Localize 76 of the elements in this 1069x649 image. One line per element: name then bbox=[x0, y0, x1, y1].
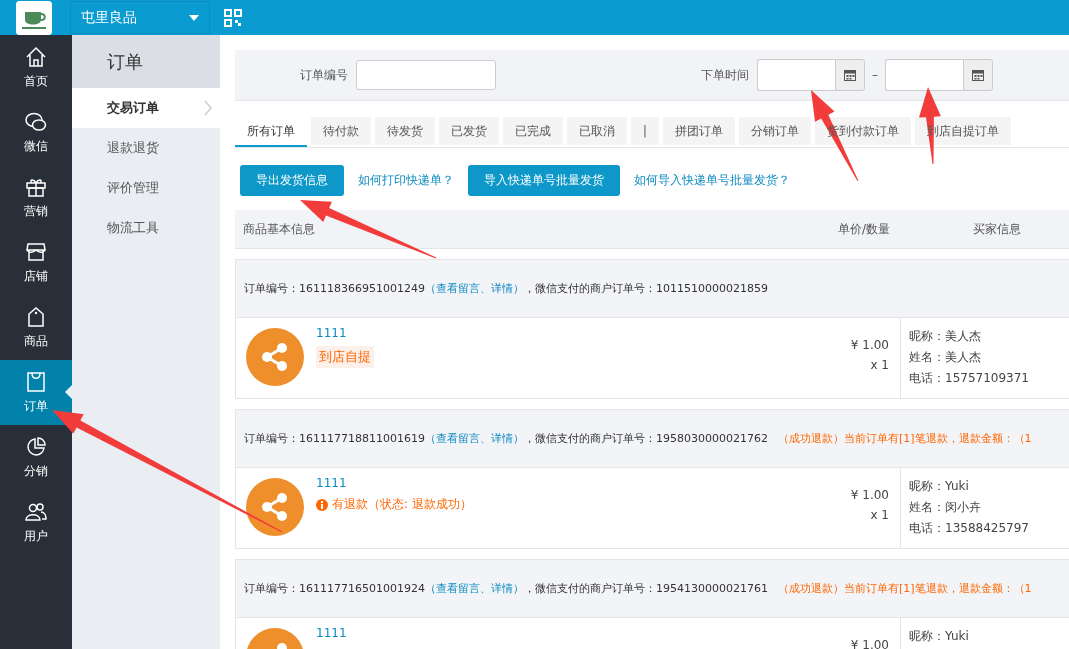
unit-price: ¥ 1.00 bbox=[850, 488, 889, 502]
calendar-button[interactable] bbox=[835, 59, 865, 91]
sub-nav-item[interactable]: 评价管理 bbox=[72, 168, 220, 208]
column-header: 商品基本信息 bbox=[242, 220, 316, 238]
unit-price: ¥ 1.00 bbox=[850, 338, 889, 352]
sub-nav-item[interactable]: 退款退货 bbox=[72, 128, 220, 168]
filter-label: 下单时间 bbox=[701, 66, 749, 84]
buyer-detail: 电话：13588425797 bbox=[909, 520, 1030, 537]
sub-nav-item[interactable]: 交易订单 bbox=[72, 88, 220, 128]
buyer-detail: 昵称：美人杰 bbox=[909, 328, 982, 345]
buyer-detail: 电话：15757109371 bbox=[909, 370, 1030, 387]
buyer-detail: 姓名：闵小卉 bbox=[909, 499, 982, 516]
nav-item[interactable]: 首页 bbox=[0, 35, 72, 100]
detail-link[interactable]: （查看留言、详情） bbox=[425, 281, 524, 296]
range-separator: – bbox=[872, 68, 878, 82]
product-link[interactable]: 1111 bbox=[316, 476, 347, 490]
tab[interactable]: | bbox=[631, 117, 659, 145]
payment-number: ，微信支付的商户订单号：1954130000021761 bbox=[524, 581, 768, 596]
payment-number: ，微信支付的商户订单号：1011510000021859 bbox=[524, 281, 768, 296]
calendar-icon bbox=[972, 69, 984, 81]
home-icon bbox=[24, 45, 48, 69]
product-link[interactable]: 1111 bbox=[316, 326, 347, 340]
product-link[interactable]: 1111 bbox=[316, 626, 347, 640]
order-number: 订单编号：161117716501001924 bbox=[244, 581, 425, 596]
pickup-tag: 到店自提 bbox=[316, 346, 374, 368]
quantity: x 1 bbox=[870, 508, 889, 522]
column-header: 单价/数量 bbox=[838, 220, 892, 238]
bag-icon bbox=[24, 370, 48, 394]
pie-chart-icon bbox=[24, 435, 48, 459]
quantity: x 1 bbox=[870, 358, 889, 372]
refund-note: （成功退款）当前订单有[1]笔退款，退款金额：（1 bbox=[777, 581, 1032, 596]
nav-item[interactable]: 店铺 bbox=[0, 230, 72, 295]
tab[interactable]: 待付款 bbox=[311, 117, 371, 145]
detail-link[interactable]: （查看留言、详情） bbox=[425, 431, 524, 446]
order-number-field[interactable] bbox=[356, 60, 496, 90]
tab[interactable]: 已完成 bbox=[503, 117, 563, 145]
column-header: 买家信息 bbox=[973, 220, 1021, 238]
tab[interactable]: 拼团订单 bbox=[662, 117, 735, 145]
buyer-detail: 昵称：Yuki bbox=[909, 478, 970, 495]
tab[interactable]: 分销订单 bbox=[738, 117, 811, 145]
nav-item[interactable]: 微信 bbox=[0, 100, 72, 165]
buyer-detail: 昵称：Yuki bbox=[909, 628, 970, 645]
detail-link[interactable]: （查看留言、详情） bbox=[425, 581, 524, 596]
share-icon bbox=[246, 328, 304, 386]
refund-status: 有退款（状态: 退款成功） bbox=[332, 496, 472, 513]
caret-icon bbox=[189, 14, 199, 21]
nav-item[interactable]: 分销 bbox=[0, 425, 72, 490]
chat-icon bbox=[24, 110, 48, 134]
date-field[interactable] bbox=[757, 59, 835, 91]
date-field[interactable] bbox=[885, 59, 963, 91]
unit-price: ¥ 1.00 bbox=[850, 638, 889, 649]
calendar-icon bbox=[844, 69, 856, 81]
filter-label: 订单编号 bbox=[300, 66, 348, 84]
tab[interactable]: 已发货 bbox=[439, 117, 499, 145]
payment-number: ，微信支付的商户订单号：1958030000021762 bbox=[524, 431, 768, 446]
store-icon bbox=[24, 240, 48, 264]
info-icon bbox=[316, 498, 328, 511]
sub-nav-item[interactable]: 物流工具 bbox=[72, 208, 220, 248]
calendar-button[interactable] bbox=[963, 59, 993, 91]
help-link[interactable]: 如何导入快递单号批量发货？ bbox=[634, 172, 790, 189]
tab[interactable]: 已取消 bbox=[567, 117, 627, 145]
share-icon bbox=[246, 478, 304, 536]
order-number: 订单编号：161118366951001249 bbox=[244, 281, 425, 296]
users-icon bbox=[24, 500, 48, 524]
buyer-detail: 姓名：美人杰 bbox=[909, 349, 982, 366]
nav-item[interactable]: 用户 bbox=[0, 490, 72, 555]
nav-item[interactable]: 订单 bbox=[0, 360, 72, 425]
help-link[interactable]: 如何打印快递单？ bbox=[358, 172, 454, 189]
nav-item[interactable]: 商品 bbox=[0, 295, 72, 360]
tab[interactable]: 待发货 bbox=[375, 117, 435, 145]
qr-code-icon[interactable] bbox=[224, 8, 242, 27]
order-number: 订单编号：161117718811001619 bbox=[244, 431, 425, 446]
refund-note: （成功退款）当前订单有[1]笔退款，退款金额：（1 bbox=[777, 431, 1032, 446]
nav-item[interactable]: 营销 bbox=[0, 165, 72, 230]
chevron-icon bbox=[204, 100, 212, 116]
sub-nav-title: 订单 bbox=[72, 35, 220, 88]
